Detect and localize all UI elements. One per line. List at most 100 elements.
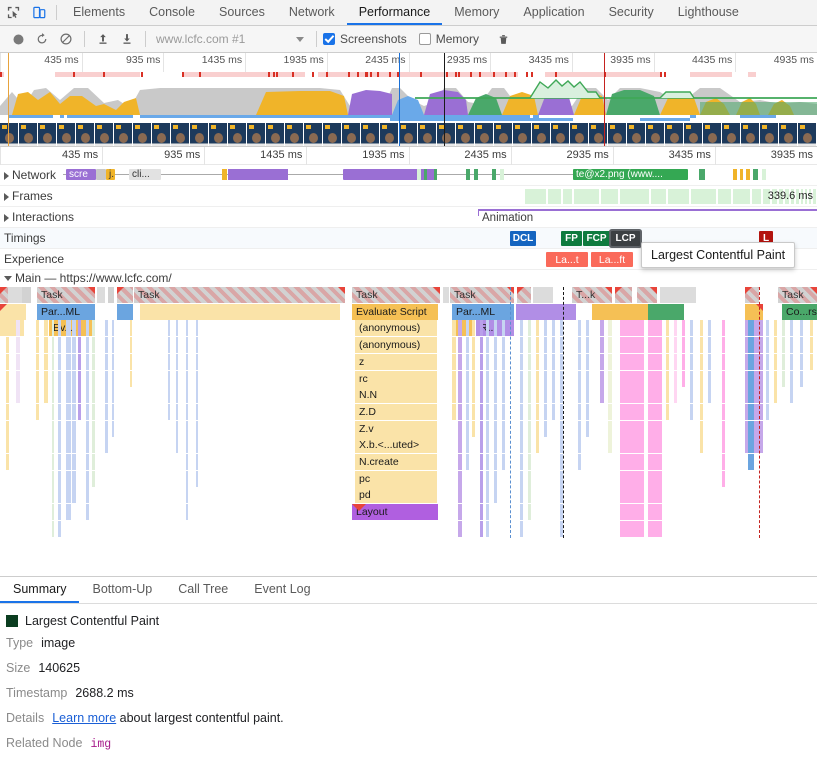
flame-block[interactable] — [536, 403, 539, 420]
flame-block[interactable] — [494, 337, 497, 354]
flame-block[interactable] — [78, 387, 81, 404]
flame-block[interactable] — [72, 487, 76, 504]
flame-block[interactable] — [600, 370, 604, 387]
flame-block[interactable] — [648, 303, 684, 320]
flame-block[interactable] — [544, 387, 547, 404]
flame-block[interactable] — [520, 420, 523, 437]
flame-block[interactable] — [536, 437, 539, 454]
flame-block[interactable] — [72, 420, 76, 437]
filmstrip-screenshot[interactable] — [589, 123, 608, 146]
flame-block[interactable] — [176, 337, 178, 354]
flame-block[interactable] — [502, 370, 505, 387]
flame-block[interactable] — [97, 287, 105, 303]
flame-block[interactable] — [78, 370, 81, 387]
flame-block[interactable] — [690, 370, 693, 387]
flame-block[interactable] — [196, 403, 198, 420]
flame-block[interactable] — [722, 387, 725, 404]
flame-block[interactable] — [66, 353, 71, 370]
flame-block[interactable] — [560, 370, 563, 387]
flame-block[interactable] — [52, 320, 54, 337]
flame-block[interactable] — [78, 337, 81, 354]
flame-block[interactable] — [578, 420, 581, 437]
flame-block[interactable] — [452, 320, 456, 337]
flame-block[interactable] — [66, 337, 71, 354]
flame-block[interactable] — [78, 353, 81, 370]
frame-block[interactable] — [717, 189, 731, 204]
flame-block[interactable] — [578, 370, 581, 387]
timing-marker-lcp[interactable]: LCP — [611, 231, 640, 246]
flame-block[interactable] — [52, 353, 54, 370]
flame-block[interactable] — [766, 320, 769, 337]
flame-block[interactable] — [92, 454, 95, 470]
flame-block[interactable] — [520, 520, 523, 537]
filmstrip-screenshot[interactable] — [513, 123, 532, 146]
flame-block[interactable] — [196, 320, 198, 337]
flame-block[interactable] — [790, 337, 793, 354]
flame-block[interactable] — [536, 420, 539, 437]
filmstrip-screenshot[interactable] — [133, 123, 152, 146]
flame-block[interactable] — [130, 353, 132, 370]
flame-block[interactable] — [774, 337, 777, 354]
filmstrip-screenshot[interactable] — [399, 123, 418, 146]
flame-block[interactable] — [620, 320, 644, 337]
frame-block[interactable] — [562, 189, 572, 204]
filmstrip-screenshot[interactable] — [798, 123, 817, 146]
flame-block[interactable] — [700, 370, 703, 387]
flame-block[interactable] — [458, 537, 462, 538]
flame-block[interactable] — [810, 337, 813, 354]
flame-block[interactable] — [586, 320, 589, 337]
filmstrip-screenshot[interactable] — [361, 123, 380, 146]
track-interactions-label[interactable]: Interactions — [4, 207, 74, 228]
flame-block[interactable] — [130, 320, 132, 337]
flame-block[interactable] — [774, 387, 777, 404]
flame-block[interactable] — [480, 337, 483, 354]
flame-block[interactable] — [648, 504, 662, 521]
flame-block[interactable] — [708, 337, 711, 354]
flame-block[interactable] — [544, 403, 547, 420]
flame-block[interactable] — [486, 470, 489, 487]
main-track-label[interactable]: Main — https://www.lcfc.com/ — [4, 270, 172, 287]
flame-block[interactable] — [130, 337, 132, 354]
profile-select[interactable]: www.lcfc.com #1 — [152, 29, 310, 49]
flame-block[interactable] — [520, 403, 523, 420]
flame-block[interactable] — [16, 337, 20, 354]
flame-block[interactable] — [6, 370, 9, 387]
flame-block[interactable] — [72, 403, 76, 420]
flame-block[interactable] — [52, 370, 54, 387]
frame-block[interactable] — [573, 189, 599, 204]
flame-block[interactable] — [520, 353, 523, 370]
flame-block[interactable] — [648, 320, 662, 337]
flame-block[interactable] — [92, 420, 95, 437]
flame-block[interactable] — [674, 320, 677, 337]
flame-block[interactable] — [748, 320, 754, 337]
flame-block[interactable] — [6, 320, 9, 337]
flame-block[interactable] — [700, 320, 703, 337]
flame-block[interactable] — [176, 387, 178, 404]
flame-block[interactable] — [502, 403, 505, 420]
flame-block[interactable] — [774, 320, 777, 337]
flame-block[interactable] — [700, 387, 703, 404]
filmstrip-screenshot[interactable] — [114, 123, 133, 146]
filmstrip-screenshot[interactable] — [380, 123, 399, 146]
flame-block[interactable] — [52, 387, 54, 404]
flame-block[interactable] — [722, 370, 725, 387]
flame-block[interactable] — [58, 320, 61, 337]
script-request-1[interactable] — [96, 169, 106, 180]
flame-block[interactable] — [58, 337, 61, 354]
flame-block[interactable] — [52, 504, 54, 521]
track-experience[interactable]: Experience La...t La...ft Largest Content… — [0, 242, 817, 270]
flame-block[interactable] — [458, 420, 462, 437]
filmstrip-screenshot[interactable] — [418, 123, 437, 146]
flame-block[interactable] — [443, 287, 449, 303]
flame-block[interactable] — [86, 454, 89, 470]
flame-block[interactable] — [86, 437, 89, 454]
flame-block[interactable] — [682, 353, 685, 370]
flame-block[interactable] — [544, 320, 547, 337]
track-interactions[interactable]: Interactions Animation — [0, 207, 817, 228]
flame-block[interactable] — [520, 454, 523, 470]
learn-more-link[interactable]: Learn more — [52, 711, 116, 725]
flame-block[interactable] — [480, 504, 483, 521]
flame-block[interactable] — [58, 370, 61, 387]
filmstrip-screenshot[interactable] — [95, 123, 114, 146]
flame-block[interactable]: z — [355, 353, 437, 370]
